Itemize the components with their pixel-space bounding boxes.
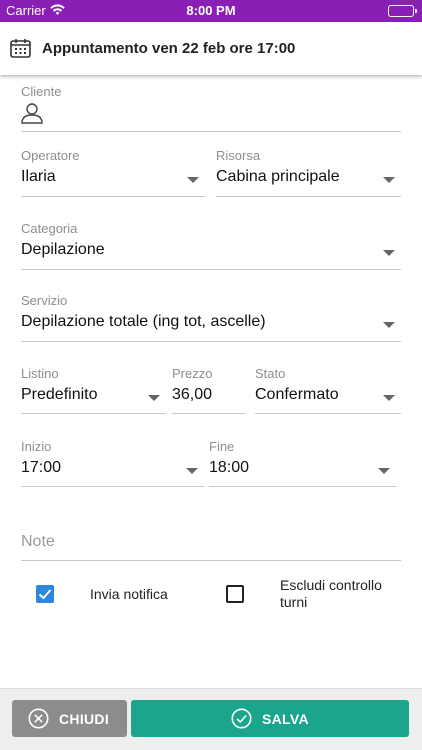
- stato-label: Stato: [255, 366, 286, 381]
- categoria-label: Categoria: [21, 221, 78, 236]
- cliente-field[interactable]: Cliente: [21, 84, 401, 132]
- chevron-down-icon: [383, 250, 395, 256]
- note-underline: [21, 560, 401, 561]
- invia-notifica-label: Invia notifica: [90, 586, 168, 602]
- listino-dropdown[interactable]: Listino Predefinito: [21, 366, 166, 414]
- prezzo-value: 36,00: [172, 386, 213, 403]
- escludi-controllo-checkbox[interactable]: [226, 585, 244, 603]
- risorsa-dropdown[interactable]: Risorsa Cabina principale: [216, 148, 401, 197]
- listino-value: Predefinito: [21, 386, 98, 403]
- page-title: Appuntamento ven 22 feb ore 17:00: [42, 40, 296, 57]
- fine-dropdown[interactable]: Fine 18:00: [209, 439, 396, 487]
- stato-value: Confermato: [255, 386, 339, 403]
- battery-icon: [388, 5, 417, 17]
- check-circle-icon: [231, 708, 252, 729]
- operatore-value: Ilaria: [21, 168, 56, 185]
- prezzo-label: Prezzo: [172, 366, 213, 381]
- chevron-down-icon: [186, 468, 198, 474]
- user-icon: [21, 102, 43, 124]
- fine-label: Fine: [209, 439, 235, 454]
- stato-dropdown[interactable]: Stato Confermato: [255, 366, 401, 414]
- risorsa-label: Risorsa: [216, 148, 261, 163]
- check-icon: [38, 589, 52, 600]
- close-button-label: CHIUDI: [59, 711, 110, 727]
- cliente-label: Cliente: [21, 84, 62, 99]
- inizio-label: Inizio: [21, 439, 52, 454]
- app-header: Appuntamento ven 22 feb ore 17:00: [0, 22, 422, 75]
- save-button[interactable]: SALVA: [131, 700, 409, 737]
- close-circle-icon: [28, 708, 49, 729]
- categoria-value: Depilazione: [21, 241, 105, 258]
- note-input[interactable]: Note: [21, 533, 55, 551]
- fine-value: 18:00: [209, 459, 250, 476]
- save-button-label: SALVA: [262, 711, 309, 727]
- inizio-value: 17:00: [21, 459, 62, 476]
- chevron-down-icon: [383, 177, 395, 183]
- cliente-underline: [21, 131, 401, 132]
- prezzo-input[interactable]: Prezzo 36,00: [172, 366, 245, 414]
- calendar-icon: [10, 38, 31, 58]
- operatore-label: Operatore: [21, 148, 80, 163]
- status-bar: Carrier 8:00 PM: [0, 0, 422, 22]
- listino-label: Listino: [21, 366, 59, 381]
- chevron-down-icon: [187, 177, 199, 183]
- close-button[interactable]: CHIUDI: [12, 700, 127, 737]
- chevron-down-icon: [383, 322, 395, 328]
- chevron-down-icon: [383, 395, 395, 401]
- servizio-value: Depilazione totale (ing tot, ascelle): [21, 313, 266, 330]
- chevron-down-icon: [148, 395, 160, 401]
- clock: 8:00 PM: [186, 3, 236, 18]
- invia-notifica-checkbox[interactable]: [36, 585, 54, 603]
- servizio-label: Servizio: [21, 293, 68, 308]
- inizio-dropdown[interactable]: Inizio 17:00: [21, 439, 204, 487]
- categoria-dropdown[interactable]: Categoria Depilazione: [21, 221, 401, 270]
- servizio-dropdown[interactable]: Servizio Depilazione totale (ing tot, as…: [21, 293, 401, 342]
- escludi-controllo-label: Escludi controllo turni: [280, 577, 382, 610]
- chevron-down-icon: [378, 468, 390, 474]
- risorsa-value: Cabina principale: [216, 168, 340, 185]
- operatore-dropdown[interactable]: Operatore Ilaria: [21, 148, 205, 197]
